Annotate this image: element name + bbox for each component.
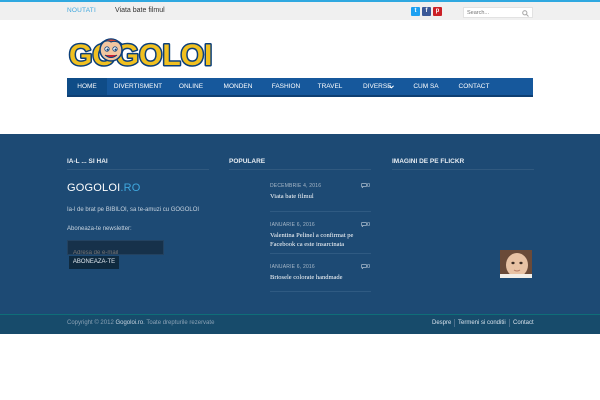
twitter-icon[interactable]: t — [411, 7, 420, 16]
nav-item-travel[interactable]: TRAVEL — [309, 78, 351, 95]
news-label: NOUTATI — [67, 7, 96, 14]
post-date: DECEMBRIE 4, 2016 — [270, 183, 322, 189]
search-icon[interactable] — [522, 9, 529, 17]
nav-item-home[interactable]: HOME — [67, 78, 107, 95]
baby-photo-icon — [500, 250, 532, 278]
subscribe-button[interactable]: ABONEAZA-TE — [69, 256, 119, 269]
footer-link-divider — [509, 319, 510, 327]
comment-count[interactable]: 0 — [367, 264, 370, 270]
flickr-photo[interactable] — [500, 250, 532, 278]
main-nav: HOME DIVERTISMENT ONLINE MONDEN FASHION … — [67, 78, 533, 97]
newsletter-label: Aboneaza-te newsletter: — [67, 226, 132, 232]
post-date: IANUARIE 6, 2016 — [270, 264, 315, 270]
logo-mascot-icon — [99, 38, 123, 62]
comment-count[interactable]: 0 — [367, 222, 370, 228]
news-ticker-link[interactable]: Viata bate filmul — [115, 7, 165, 14]
post-divider — [270, 291, 371, 292]
widget-title-about: IA-L ... SI HAI — [67, 158, 108, 165]
brand-tld: .RO — [120, 182, 141, 194]
site-logo[interactable]: GOGOLOI GOGOLOI — [67, 34, 217, 73]
nav-item-divertisment[interactable]: DIVERTISMENT — [107, 78, 169, 95]
widget-title-popular: POPULARE — [229, 158, 266, 165]
search-input[interactable] — [467, 8, 519, 17]
nav-item-fashion[interactable]: FASHION — [263, 78, 309, 95]
search-box[interactable] — [463, 7, 533, 18]
post-divider — [270, 211, 371, 212]
logo-text-fill: GOGOLOI — [69, 39, 212, 72]
brand-main: GOGOLOI — [67, 182, 121, 194]
nav-item-online[interactable]: ONLINE — [169, 78, 213, 95]
nav-item-contact[interactable]: CONTACT — [449, 78, 499, 95]
facebook-icon[interactable]: f — [422, 7, 431, 16]
footer-link-despre[interactable]: Despre — [432, 320, 451, 326]
post-date: IANUARIE 6, 2016 — [270, 222, 315, 228]
footer-link-divider — [454, 319, 455, 327]
comment-count[interactable]: 0 — [367, 183, 370, 189]
site-link[interactable]: Gogoloi.ro — [115, 320, 143, 326]
widget-divider — [229, 169, 371, 170]
copyright-prefix: Copyright © 2012 — [67, 320, 114, 326]
chevron-down-icon[interactable] — [389, 85, 394, 89]
widget-divider — [392, 169, 534, 170]
about-text: Ia-l de brat pe BIBILOI, sa te-amuzi cu … — [67, 207, 200, 213]
post-title-link[interactable]: Viata bate filmul — [270, 192, 370, 201]
post-title-link[interactable]: Briosele colorate handmade — [270, 273, 370, 282]
footer-link-termeni[interactable]: Termeni si conditii — [458, 320, 506, 326]
footer-link-contact[interactable]: Contact — [513, 320, 534, 326]
nav-item-cum-sa[interactable]: CUM SA — [405, 78, 447, 95]
newsletter-email-field[interactable] — [67, 240, 164, 260]
copyright-suffix: . Toate drepturile rezervate — [143, 320, 215, 326]
widget-title-flickr: IMAGINI DE PE FLICKR — [392, 158, 465, 165]
nav-item-diverse[interactable]: DIVERSE — [353, 78, 393, 95]
post-title-link[interactable]: Valentina Pelinel a confirmat pe Faceboo… — [270, 231, 370, 249]
footer-brand: GOGOLOI.RO — [67, 182, 141, 194]
pinterest-icon[interactable]: p — [433, 7, 442, 16]
top-bar: NOUTATI Viata bate filmul t f p — [0, 2, 600, 20]
nav-item-monden[interactable]: MONDEN — [213, 78, 263, 95]
post-divider — [270, 253, 371, 254]
widget-divider — [67, 169, 209, 170]
copyright-text: Copyright © 2012 Gogoloi.ro. Toate drept… — [67, 320, 214, 326]
